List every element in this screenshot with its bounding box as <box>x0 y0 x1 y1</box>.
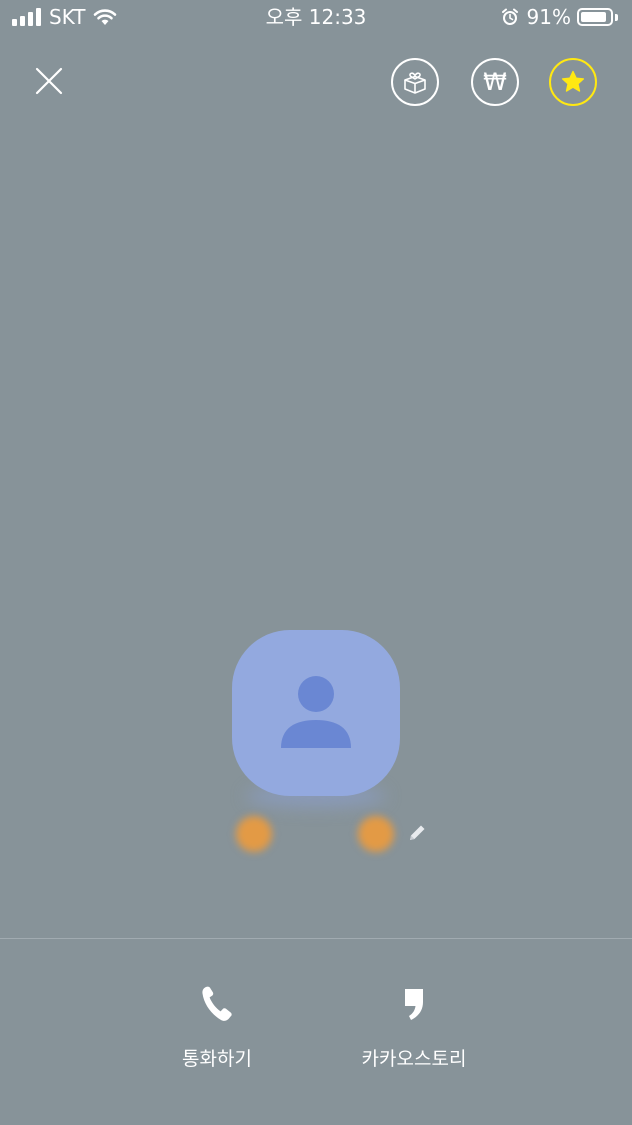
kakaostory-button[interactable]: 카카오스토리 <box>344 984 484 1072</box>
status-right: 91% <box>501 6 618 28</box>
battery-cap <box>615 13 618 21</box>
pencil-icon <box>410 825 425 840</box>
call-label: 통화하기 <box>182 1048 252 1070</box>
avatar[interactable] <box>232 630 400 796</box>
profile-name <box>278 820 368 846</box>
call-button[interactable]: 통화하기 <box>147 984 287 1072</box>
person-icon <box>281 676 351 748</box>
story-icon-wrap <box>394 984 434 1024</box>
favorite-button[interactable] <box>549 58 597 106</box>
pay-button[interactable]: ₩ <box>471 58 519 106</box>
profile-name-row <box>228 808 438 858</box>
phone-icon <box>202 986 232 1021</box>
call-icon-wrap <box>197 984 237 1024</box>
battery-percent: 91% <box>526 5 571 29</box>
star-icon <box>561 70 585 92</box>
edit-name-button[interactable] <box>406 822 428 844</box>
status-bar: SKT 오후 12:33 91% <box>0 0 632 36</box>
name-emoji-right <box>358 816 394 852</box>
kakaostory-icon <box>405 989 423 1020</box>
kakaostory-label: 카카오스토리 <box>361 1048 467 1070</box>
battery-fill <box>581 12 606 22</box>
close-icon <box>35 67 63 95</box>
divider <box>0 938 632 939</box>
close-button[interactable] <box>28 60 70 102</box>
battery-icon <box>577 8 613 26</box>
name-emoji-left <box>236 816 272 852</box>
won-icon: ₩ <box>483 68 507 96</box>
alarm-icon <box>501 8 518 25</box>
gift-box-icon <box>404 72 426 94</box>
gift-button[interactable] <box>391 58 439 106</box>
